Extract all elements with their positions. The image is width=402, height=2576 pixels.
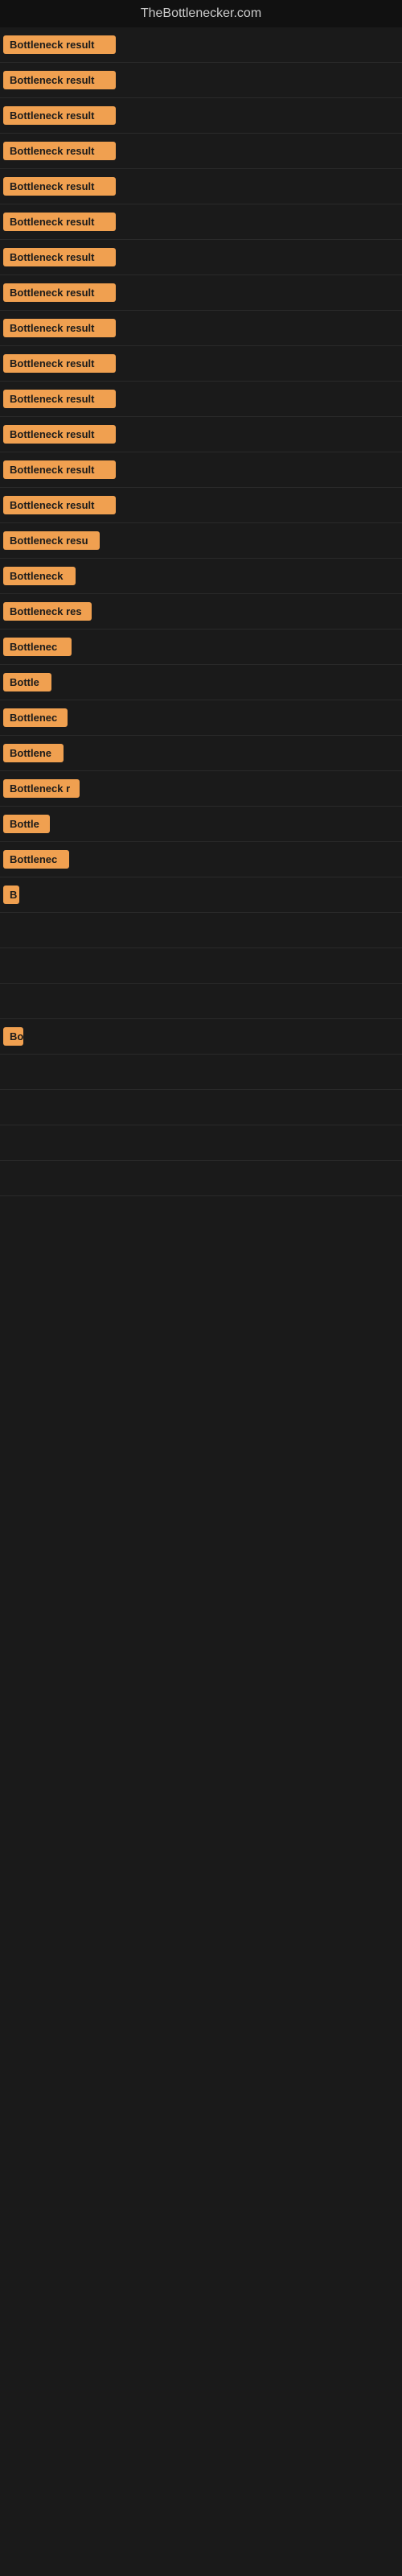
result-row: Bo <box>0 1019 402 1055</box>
result-row: Bottlenec <box>0 700 402 736</box>
result-badge[interactable]: Bottleneck resu <box>3 531 100 550</box>
result-row: Bottleneck result <box>0 169 402 204</box>
result-badge[interactable]: Bottleneck result <box>3 177 116 196</box>
result-row: Bottleneck result <box>0 134 402 169</box>
result-row: Bottleneck result <box>0 382 402 417</box>
result-row <box>0 1161 402 1196</box>
result-row <box>0 1125 402 1161</box>
result-badge[interactable]: Bottleneck <box>3 567 76 585</box>
result-row: Bottlenec <box>0 842 402 877</box>
result-row: Bottleneck result <box>0 240 402 275</box>
result-badge[interactable]: Bottlenec <box>3 850 69 869</box>
result-badge[interactable]: Bottleneck res <box>3 602 92 621</box>
result-badge[interactable]: Bottleneck result <box>3 106 116 125</box>
result-row: Bottleneck result <box>0 452 402 488</box>
rows-container: Bottleneck result Bottleneck result Bottle… <box>0 27 402 1196</box>
result-row: Bottleneck result <box>0 417 402 452</box>
result-badge[interactable]: Bottleneck result <box>3 283 116 302</box>
result-row <box>0 948 402 984</box>
result-row: Bottleneck result <box>0 346 402 382</box>
result-row: Bottle <box>0 807 402 842</box>
result-badge[interactable]: Bottlenec <box>3 708 68 727</box>
result-row: Bottleneck result <box>0 275 402 311</box>
result-row: Bottleneck result <box>0 98 402 134</box>
result-badge[interactable]: Bo <box>3 1027 23 1046</box>
result-badge[interactable]: Bottleneck result <box>3 496 116 514</box>
result-badge[interactable]: Bottleneck result <box>3 142 116 160</box>
result-badge[interactable]: B <box>3 886 19 904</box>
result-row: Bottleneck res <box>0 594 402 630</box>
result-row <box>0 913 402 948</box>
result-badge[interactable]: Bottleneck result <box>3 35 116 54</box>
result-row: Bottleneck result <box>0 311 402 346</box>
result-badge[interactable]: Bottle <box>3 673 51 691</box>
result-badge[interactable]: Bottleneck result <box>3 213 116 231</box>
result-row: Bottleneck result <box>0 204 402 240</box>
result-row: Bottleneck result <box>0 27 402 63</box>
result-badge[interactable]: Bottleneck result <box>3 248 116 266</box>
result-row: Bottleneck resu <box>0 523 402 559</box>
result-row: Bottleneck r <box>0 771 402 807</box>
result-badge[interactable]: Bottleneck result <box>3 390 116 408</box>
page-container: TheBottlenecker.com Bottleneck resultBot… <box>0 0 402 1196</box>
result-row <box>0 1090 402 1125</box>
result-row <box>0 1055 402 1090</box>
result-row: Bottle <box>0 665 402 700</box>
result-badge[interactable]: Bottleneck result <box>3 319 116 337</box>
result-badge[interactable]: Bottleneck result <box>3 71 116 89</box>
result-row: Bottlene <box>0 736 402 771</box>
result-badge[interactable]: Bottle <box>3 815 50 833</box>
result-row <box>0 984 402 1019</box>
result-badge[interactable]: Bottleneck r <box>3 779 80 798</box>
result-badge[interactable]: Bottlenec <box>3 638 72 656</box>
site-title: TheBottlenecker.com <box>0 0 402 27</box>
result-row: Bottleneck <box>0 559 402 594</box>
result-row: Bottleneck result <box>0 63 402 98</box>
result-row: Bottlenec <box>0 630 402 665</box>
result-badge[interactable]: Bottleneck result <box>3 425 116 444</box>
result-row: Bottleneck result <box>0 488 402 523</box>
result-row: B <box>0 877 402 913</box>
result-badge[interactable]: Bottleneck result <box>3 354 116 373</box>
result-badge[interactable]: Bottleneck result <box>3 460 116 479</box>
result-badge[interactable]: Bottlene <box>3 744 64 762</box>
